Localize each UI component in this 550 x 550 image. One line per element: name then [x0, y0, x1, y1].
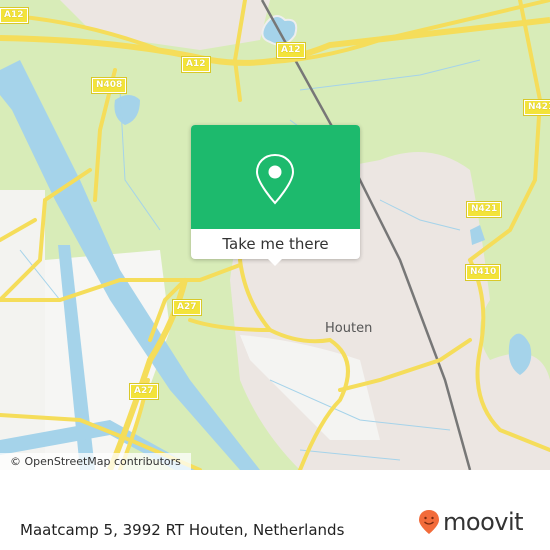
- map-attribution[interactable]: © OpenStreetMap contributors: [0, 453, 191, 470]
- road-shield-a27-south: A27: [129, 383, 159, 400]
- take-me-there-button[interactable]: Take me there: [191, 229, 360, 259]
- road-shield-a12-west: A12: [0, 7, 29, 24]
- moovit-pin-icon: [419, 510, 439, 534]
- popup-header: [191, 125, 360, 229]
- map[interactable]: A12 A12 A12 N408 N421 N421 N410 A27 A27 …: [0, 0, 550, 470]
- location-pin-icon: [255, 153, 295, 205]
- road-shield-n410: N410: [464, 264, 502, 281]
- logo-text: moovit: [443, 508, 524, 536]
- road-shield-n408: N408: [90, 77, 128, 94]
- road-shield-a12-north: A12: [276, 42, 306, 59]
- moovit-logo[interactable]: moovit: [418, 508, 524, 536]
- popup-pointer: [267, 258, 283, 266]
- road-shield-a12-center: A12: [181, 56, 211, 73]
- road-shield-n421-north: N421: [522, 99, 550, 116]
- road-shield-a27-north: A27: [172, 299, 202, 316]
- place-label-houten: Houten: [325, 321, 373, 336]
- destination-popup: Take me there: [191, 125, 360, 266]
- road-shield-n421-east: N421: [465, 201, 503, 218]
- address-text: Maatcamp 5, 3992 RT Houten, Netherlands: [20, 521, 345, 539]
